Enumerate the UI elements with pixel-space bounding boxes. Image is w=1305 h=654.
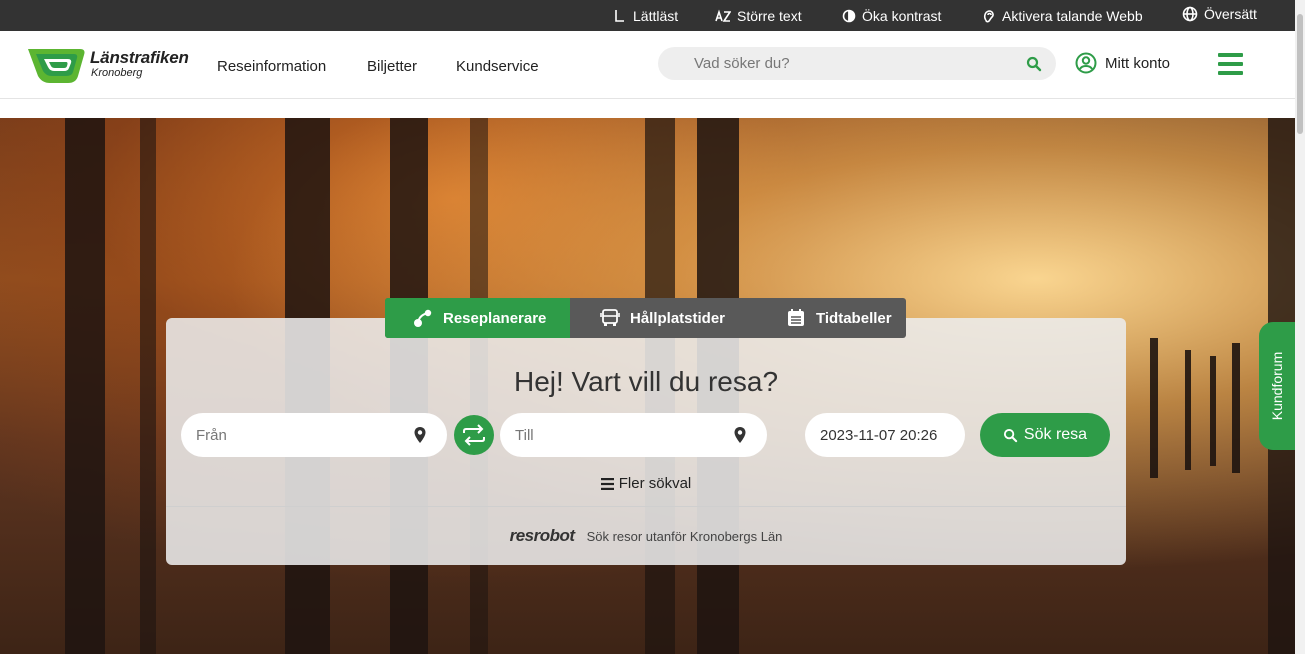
more-options-toggle[interactable]: Fler sökval [600, 475, 692, 492]
larger-text-link[interactable]: Större text [715, 0, 802, 31]
contrast-link[interactable]: Öka kontrast [842, 0, 941, 31]
from-field-wrap [181, 413, 447, 457]
tab-tidtabeller-label: Tidtabeller [816, 309, 892, 327]
account-label: Mitt konto [1105, 54, 1171, 72]
menu-icon[interactable] [1218, 53, 1243, 75]
contrast-label: Öka kontrast [862, 7, 942, 24]
list-icon [600, 477, 614, 490]
location-pin-icon[interactable] [413, 426, 427, 444]
kundforum-tab[interactable]: Kundforum [1259, 322, 1295, 450]
location-pin-icon[interactable] [733, 426, 747, 444]
logo-swoosh-icon [28, 49, 85, 83]
search-icon[interactable] [1026, 56, 1042, 72]
tab-reseplanerare[interactable]: Reseplanerare [385, 298, 570, 338]
scrollbar-thumb[interactable] [1297, 14, 1303, 134]
route-icon [414, 309, 432, 327]
contrast-icon [842, 9, 856, 22]
kundforum-label: Kundforum [1269, 351, 1285, 421]
datetime-field-wrap [805, 413, 965, 457]
logo-subtitle: Kronoberg [91, 67, 143, 79]
search-trip-button[interactable]: Sök resa [980, 413, 1110, 457]
planner-heading: Hej! Vart vill du resa? [513, 366, 779, 397]
translate-link[interactable]: Översätt [1182, 0, 1257, 29]
easy-read-link[interactable]: Lättläst [613, 0, 678, 31]
text-size-icon [715, 8, 731, 22]
planner-tabs: Reseplanerare Hållplatstider Tidtabeller [385, 298, 906, 338]
logo-title: Länstrafiken [90, 48, 189, 67]
page-scrollbar[interactable] [1295, 0, 1305, 654]
swap-button[interactable] [454, 415, 494, 455]
resrobot-link-row: resrobot Sök resor utanför Kronobergs Lä… [166, 526, 1126, 546]
site-logo[interactable]: Länstrafiken Kronoberg [28, 46, 198, 86]
site-search [658, 47, 1056, 80]
resrobot-logo[interactable]: resrobot [510, 526, 575, 546]
to-input[interactable] [515, 413, 725, 457]
user-icon [1075, 52, 1097, 74]
more-options: Fler sökval [166, 475, 1126, 492]
search-input[interactable] [694, 47, 1014, 80]
utility-bar: Lättläst Större text Öka kontrast Aktive… [0, 0, 1295, 31]
divider [166, 506, 1126, 507]
ear-icon [983, 9, 994, 22]
talking-web-link[interactable]: Aktivera talande Webb [982, 0, 1143, 31]
more-options-label: Fler sökval [618, 475, 692, 492]
to-field-wrap [500, 413, 767, 457]
nav-biljetter[interactable]: Biljetter [367, 58, 417, 75]
from-input[interactable] [196, 413, 406, 457]
globe-icon [1182, 6, 1198, 21]
bus-icon [600, 309, 620, 326]
tab-tidtabeller[interactable]: Tidtabeller [748, 298, 906, 338]
search-trip-label: Sök resa [1023, 426, 1088, 443]
tab-reseplanerare-label: Reseplanerare [443, 309, 547, 327]
translate-label: Översätt [1204, 5, 1257, 22]
easy-read-icon [615, 9, 624, 22]
nav-kundservice[interactable]: Kundservice [456, 58, 539, 75]
calendar-icon [788, 309, 804, 326]
easy-read-label: Lättläst [633, 7, 679, 24]
tab-hallplatstider[interactable]: Hållplatstider [570, 298, 748, 338]
nav-reseinformation[interactable]: Reseinformation [217, 58, 326, 75]
talking-web-label: Aktivera talande Webb [1002, 7, 1143, 24]
datetime-input[interactable] [820, 413, 960, 457]
site-header: Länstrafiken Kronoberg Reseinformation B… [0, 31, 1295, 99]
larger-text-label: Större text [737, 7, 802, 24]
trip-planner-panel: Hej! Vart vill du resa? Sök resa Fler sö… [166, 318, 1126, 565]
search-icon [1003, 428, 1018, 442]
swap-arrows-icon [463, 424, 485, 446]
account-button[interactable]: Mitt konto [1075, 52, 1170, 74]
tab-hallplatstider-label: Hållplatstider [630, 309, 726, 327]
resrobot-link[interactable]: Sök resor utanför Kronobergs Län [587, 529, 783, 544]
